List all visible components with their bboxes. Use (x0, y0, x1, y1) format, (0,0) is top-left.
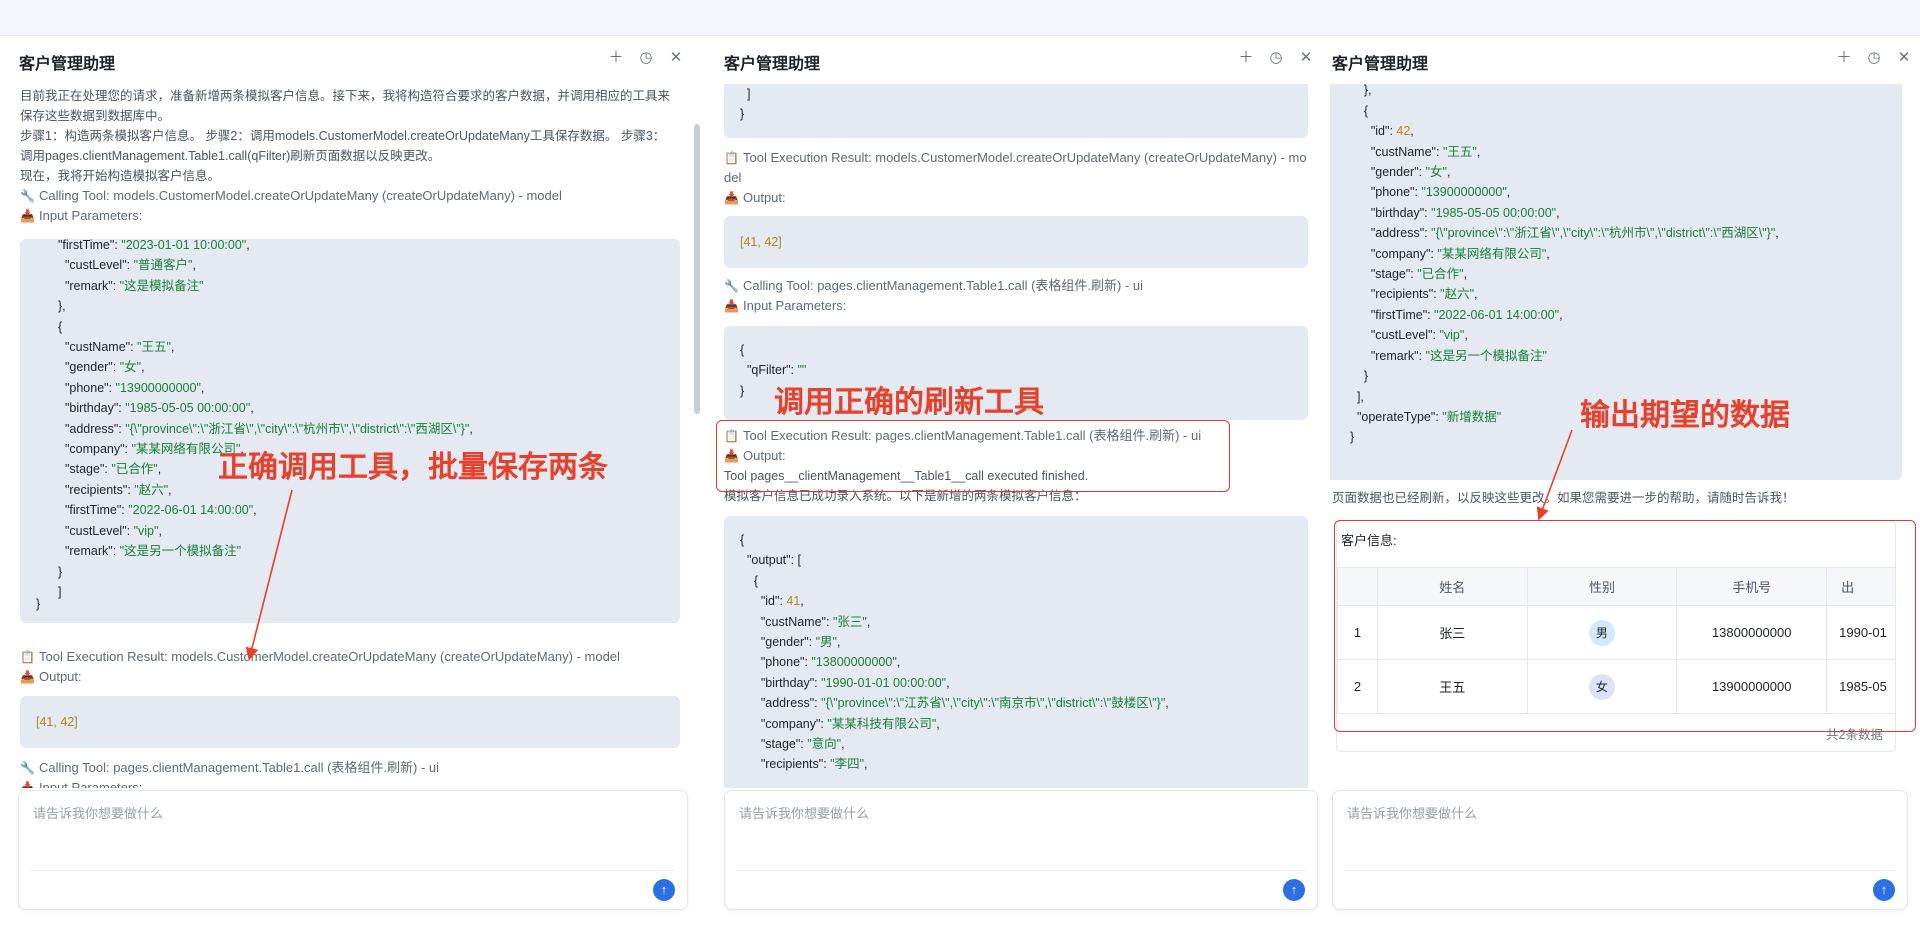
panel-header: 客户管理助理 ＋ ◷ ✕ (704, 36, 1330, 84)
annotation-1: 正确调用工具，批量保存两条 (218, 451, 608, 484)
clipboard-icon: 📋 (724, 151, 739, 165)
inbox-icon: 📥 (20, 781, 35, 788)
panel-title: 客户管理助理 (1332, 56, 1429, 73)
wrench-icon: 🔧 (20, 761, 35, 775)
chat-input[interactable]: 请告诉我你想要做什么 ↑ (1332, 790, 1908, 910)
chat-panel-2: 客户管理助理 ＋ ◷ ✕ ] } 📋 Tool Execution Result:… (704, 0, 1330, 928)
header-actions: ＋ ◷ ✕ (1836, 50, 1912, 66)
history-icon[interactable]: ◷ (638, 50, 654, 66)
arrow-up-icon: ↑ (660, 882, 668, 897)
highlight-box-table (1334, 520, 1916, 732)
tool-result-line: 📋 Tool Execution Result: models.CustomerM… (20, 647, 620, 667)
close-icon[interactable]: ✕ (1298, 50, 1314, 66)
output-json-code: { "output": [ { "id": 41, "custName": "张… (724, 516, 1308, 788)
panel-title: 客户管理助理 (724, 56, 821, 73)
wrench-icon: 🔧 (724, 279, 739, 293)
panel-topbar (0, 0, 704, 36)
send-button[interactable]: ↑ (1283, 879, 1305, 901)
header-actions: ＋ ◷ ✕ (608, 50, 684, 66)
chat-input-placeholder: 请告诉我你想要做什么 (1347, 806, 1478, 821)
assistant-intro: 目前我正在处理您的请求，准备新增两条模拟客户信息。接下来，我将构造符合要求的客户… (20, 89, 671, 123)
input-params-code: ] } (724, 84, 1308, 138)
message-list: 目前我正在处理您的请求，准备新增两条模拟客户信息。接下来，我将构造符合要求的客户… (0, 84, 704, 788)
chat-panel-1: 客户管理助理 ＋ ◷ ✕ 目前我正在处理您的请求，准备新增两条模拟客户信息。接下… (0, 0, 704, 928)
tool-result-line: 📋 Tool Execution Result: models.CustomerM… (724, 148, 1307, 168)
panel-title: 客户管理助理 (19, 56, 116, 73)
output-line: 📥 Output: (20, 667, 82, 687)
assistant-now: 现在，我将开始构造模拟客户信息。 (20, 169, 221, 183)
plus-icon[interactable]: ＋ (1238, 50, 1254, 66)
panel-topbar (1330, 0, 1920, 36)
input-params-line: 📥 Input Parameters: (20, 206, 142, 226)
chat-panel-3: 客户管理助理 ＋ ◷ ✕ "remark": "这是模拟备注" }, { "id… (1330, 0, 1920, 928)
refreshed-line: 页面数据也已经刷新，以反映这些更改。如果您需要进一步的帮助，请随时告诉我！ (1332, 491, 1795, 505)
input-params-line-2: 📥 Input Parameters: (20, 778, 142, 788)
assistant-steps: 步骤1：构造两条模拟客户信息。 步骤2：调用models.CustomerMod… (20, 129, 666, 163)
calling-tool-line: 🔧 Calling Tool: models.CustomerModel.crea… (20, 186, 562, 206)
output-code: [41, 42] (724, 216, 1308, 268)
arrow-up-icon: ↑ (1290, 882, 1298, 897)
history-icon[interactable]: ◷ (1866, 50, 1882, 66)
close-icon[interactable]: ✕ (1896, 50, 1912, 66)
wrench-icon: 🔧 (20, 189, 35, 203)
calling-tool-line: 🔧 Calling Tool: pages.clientManagement.Ta… (724, 276, 1143, 296)
input-params-line: 📥 Input Parameters: (724, 296, 846, 316)
annotation-3: 输出期望的数据 (1580, 399, 1790, 432)
tool-result-line-cont: del (724, 170, 742, 185)
header-actions: ＋ ◷ ✕ (1238, 50, 1314, 66)
close-icon[interactable]: ✕ (668, 50, 684, 66)
plus-icon[interactable]: ＋ (1836, 50, 1852, 66)
plus-icon[interactable]: ＋ (608, 50, 624, 66)
annotation-2: 调用正确的刷新工具 (774, 386, 1044, 419)
inbox-icon: 📥 (20, 209, 35, 223)
panel-header: 客户管理助理 ＋ ◷ ✕ (1330, 36, 1920, 84)
clipboard-icon: 📋 (20, 650, 35, 664)
panel-topbar (704, 0, 1330, 36)
chat-input[interactable]: 请告诉我你想要做什么 ↑ (18, 790, 688, 910)
input-params-code: "firstTime": "2023-01-01 10:00:00", "cus… (20, 239, 680, 623)
chat-input-placeholder: 请告诉我你想要做什么 (739, 806, 870, 821)
send-button[interactable]: ↑ (653, 879, 675, 901)
output-code: [41, 42] (20, 696, 680, 748)
calling-tool-line-2: 🔧 Calling Tool: pages.clientManagement.Ta… (20, 758, 439, 778)
highlight-box-refresh (716, 420, 1230, 492)
json-code: "firstTime": "2023-01-01 10:00:00", "cus… (58, 239, 473, 599)
history-icon[interactable]: ◷ (1268, 50, 1284, 66)
panel-header: 客户管理助理 ＋ ◷ ✕ (0, 36, 704, 84)
chat-input-placeholder: 请告诉我你想要做什么 (33, 806, 164, 821)
inbox-icon: 📥 (724, 299, 739, 313)
output-line: 📥 Output: (724, 188, 786, 208)
arrow-up-icon: ↑ (1880, 882, 1888, 897)
chat-input[interactable]: 请告诉我你想要做什么 ↑ (724, 790, 1318, 910)
send-button[interactable]: ↑ (1873, 879, 1895, 901)
inbox-icon: 📥 (20, 670, 35, 684)
inbox-icon: 📥 (724, 191, 739, 205)
scrollbar[interactable] (694, 124, 700, 414)
